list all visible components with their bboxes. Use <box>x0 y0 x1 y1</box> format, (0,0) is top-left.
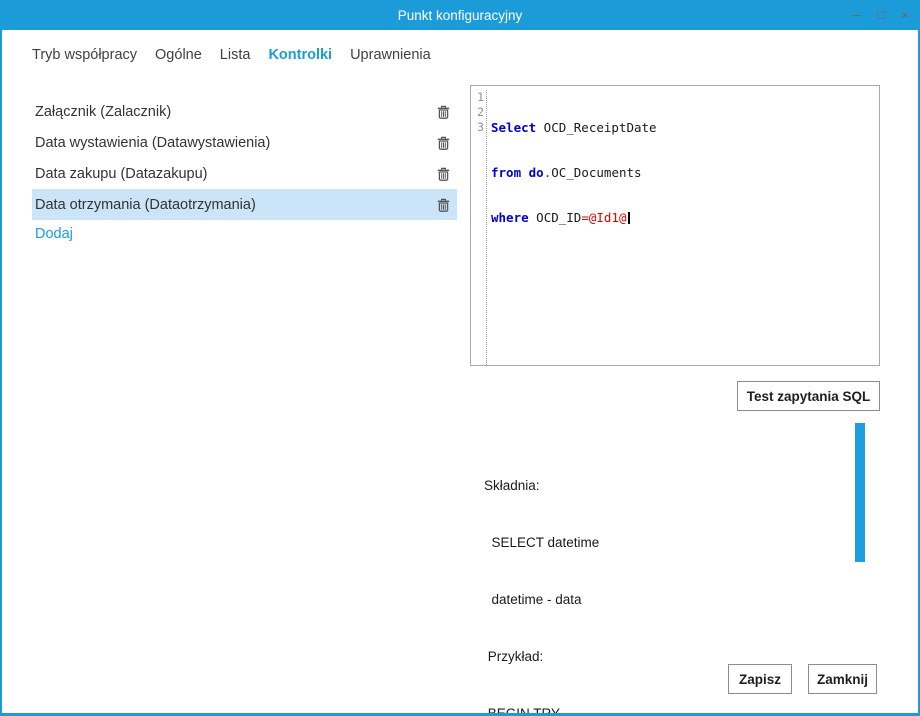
tab-bar: Tryb współpracy Ogólne Lista Kontrolki U… <box>32 47 431 63</box>
control-list: Załącznik (Zalacznik) Data wystawienia (… <box>32 96 457 242</box>
sql-operator: = <box>581 210 589 225</box>
tab-lista[interactable]: Lista <box>220 47 251 63</box>
help-line: SELECT datetime <box>484 535 600 550</box>
tab-ogolne[interactable]: Ogólne <box>155 47 202 63</box>
list-item-label: Data zakupu (Datazakupu) <box>35 165 208 182</box>
help-line: Składnia: <box>484 478 540 493</box>
help-line: datetime - data <box>484 592 582 607</box>
trash-icon[interactable] <box>437 167 450 181</box>
tab-uprawnienia[interactable]: Uprawnienia <box>350 47 431 63</box>
dialog-window: Punkt konfiguracyjny – □ × Tryb współpra… <box>0 0 920 716</box>
sql-keyword: where <box>491 210 529 225</box>
sql-space <box>521 165 529 180</box>
sql-keyword: Select <box>491 120 537 135</box>
list-item-label: Data wystawienia (Datawystawienia) <box>35 134 271 151</box>
list-item-selected[interactable]: Data otrzymania (Dataotrzymania) <box>32 189 457 220</box>
list-item[interactable]: Data zakupu (Datazakupu) <box>32 158 457 189</box>
help-line: BEGIN TRY <box>484 706 561 716</box>
line-number-gutter: 1 2 3 <box>471 90 487 365</box>
trash-icon[interactable] <box>437 105 450 119</box>
test-sql-button[interactable]: Test zapytania SQL <box>737 381 880 411</box>
tab-kontrolki[interactable]: Kontrolki <box>268 47 332 63</box>
text-cursor <box>627 212 630 224</box>
code-line: where OCD_ID=@Id1@ <box>491 210 657 225</box>
tab-tryb-wspolpracy[interactable]: Tryb współpracy <box>32 47 137 63</box>
sql-code[interactable]: Select OCD_ReceiptDate from do.OC_Docume… <box>487 90 657 365</box>
title-bar[interactable]: Punkt konfiguracyjny – □ × <box>2 0 918 30</box>
line-number: 1 <box>477 90 484 104</box>
scrollbar-thumb[interactable] <box>855 423 865 562</box>
close-button[interactable]: Zamknij <box>808 664 877 694</box>
code-line: from do.OC_Documents <box>491 165 657 180</box>
save-button[interactable]: Zapisz <box>728 664 792 694</box>
sql-keyword: do <box>528 165 544 180</box>
maximize-icon[interactable]: □ <box>874 0 888 30</box>
sql-keyword: from <box>491 165 522 180</box>
sql-editor[interactable]: 1 2 3 Select OCD_ReceiptDate from do.OC_… <box>470 85 880 366</box>
list-item-label: Data otrzymania (Dataotrzymania) <box>35 196 256 213</box>
close-icon[interactable]: × <box>898 0 912 30</box>
sql-variable: @Id1@ <box>588 210 627 225</box>
add-link[interactable]: Dodaj <box>32 226 457 242</box>
trash-icon[interactable] <box>437 198 450 212</box>
sql-identifier: OCD_ReceiptDate <box>536 120 657 135</box>
trash-icon[interactable] <box>437 136 450 150</box>
sql-identifier: OC_Documents <box>551 165 642 180</box>
window-controls: – □ × <box>850 0 912 30</box>
list-item[interactable]: Data wystawienia (Datawystawienia) <box>32 127 457 158</box>
sql-identifier: OCD_ID <box>528 210 582 225</box>
list-item[interactable]: Załącznik (Zalacznik) <box>32 96 457 127</box>
code-line: Select OCD_ReceiptDate <box>491 120 657 135</box>
line-number: 2 <box>477 105 484 119</box>
line-number: 3 <box>477 120 484 134</box>
window-title: Punkt konfiguracyjny <box>397 7 523 23</box>
list-item-label: Załącznik (Zalacznik) <box>35 103 172 120</box>
minimize-icon[interactable]: – <box>850 0 864 30</box>
